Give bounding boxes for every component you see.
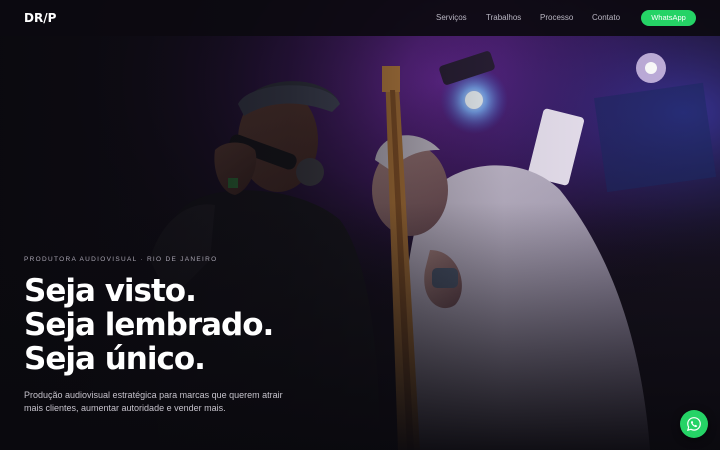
- headline-line-3: Seja único.: [24, 341, 206, 377]
- brand-logo[interactable]: DR/P: [24, 11, 56, 25]
- nav-link-process[interactable]: Processo: [540, 12, 573, 24]
- headline-line-2: Seja lembrado.: [24, 307, 274, 343]
- whatsapp-icon: [687, 417, 701, 431]
- nav-link-works[interactable]: Trabalhos: [486, 12, 521, 24]
- nav-link-contact[interactable]: Contato: [592, 12, 620, 24]
- top-navbar: DR/P Serviços Trabalhos Processo Contato…: [0, 0, 720, 36]
- headline-line-1: Seja visto.: [24, 273, 197, 309]
- whatsapp-floating-button[interactable]: [680, 410, 708, 438]
- hero-headline: Seja visto. Seja lembrado. Seja único.: [24, 273, 274, 377]
- hero-background-image: [0, 0, 720, 450]
- hero-eyebrow: PRODUTORA AUDIOVISUAL · RIO DE JANEIRO: [24, 256, 218, 263]
- hero-section: [0, 0, 720, 450]
- whatsapp-cta-button[interactable]: WhatsApp: [641, 10, 696, 26]
- nav-link-services[interactable]: Serviços: [436, 12, 467, 24]
- hero-subtext: Produção audiovisual estratégica para ma…: [24, 390, 283, 413]
